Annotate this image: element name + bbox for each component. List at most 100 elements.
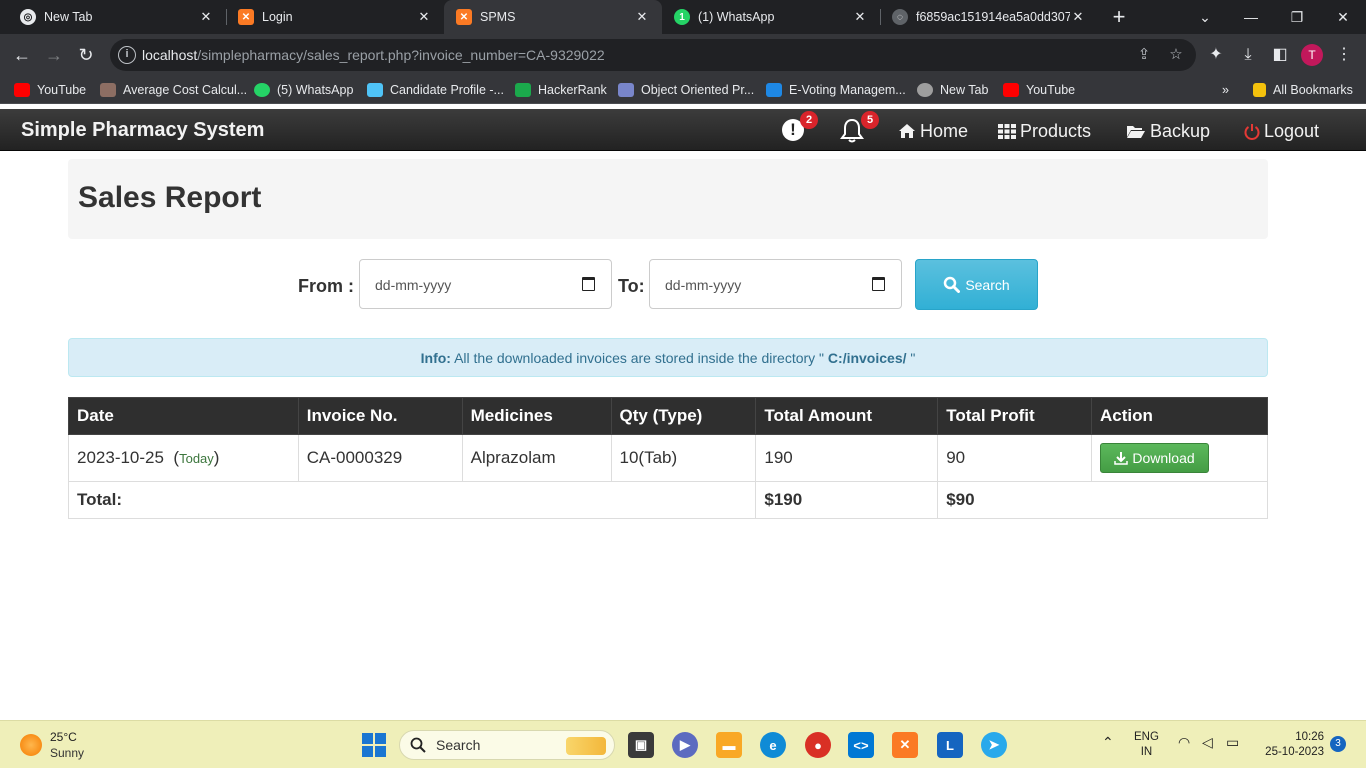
restore-icon[interactable]: ❐ xyxy=(1274,0,1320,34)
new-tab-button[interactable]: + xyxy=(1108,4,1130,30)
from-label: From : xyxy=(298,276,354,296)
page-title: Sales Report xyxy=(78,181,262,214)
close-icon[interactable]: ✕ xyxy=(1070,9,1086,25)
close-icon[interactable]: ✕ xyxy=(852,9,868,25)
bookmarks-overflow-icon[interactable]: » xyxy=(1222,81,1229,99)
profile-avatar[interactable]: T xyxy=(1301,44,1323,66)
hackerrank-icon xyxy=(515,83,531,97)
xampp-icon[interactable]: ✕ xyxy=(892,732,918,758)
bookmark-new-tab[interactable]: New Tab xyxy=(917,81,988,99)
calendar-icon[interactable] xyxy=(582,277,595,291)
battery-icon[interactable]: ▭ xyxy=(1226,735,1239,750)
bookmark-label: YouTube xyxy=(1026,83,1076,97)
bookmark-label: Object Oriented Pr... xyxy=(641,83,755,97)
weather-temperature[interactable]: 25°C xyxy=(50,730,77,744)
tab-login[interactable]: ✕ Login ✕ xyxy=(218,0,444,34)
to-date-placeholder: dd-mm-yyyy xyxy=(665,277,742,293)
whatsapp-icon xyxy=(254,83,270,97)
share-icon[interactable]: ⇪ xyxy=(1134,45,1154,65)
lightshot-icon[interactable]: L xyxy=(937,732,963,758)
extensions-icon[interactable]: ✦ xyxy=(1206,45,1226,65)
bookmark-whatsapp[interactable]: (5) WhatsApp xyxy=(254,81,353,99)
to-date-input[interactable]: dd-mm-yyyy xyxy=(649,259,902,309)
reload-icon[interactable]: ↻ xyxy=(71,40,101,70)
language-indicator[interactable]: ENG IN xyxy=(1134,730,1159,760)
bookmark-label: HackerRank xyxy=(538,83,607,97)
page-header: Sales Report xyxy=(68,159,1268,239)
wifi-icon[interactable]: ◠ xyxy=(1178,735,1190,750)
forward-icon[interactable]: → xyxy=(39,40,69,70)
site-info-icon[interactable]: i xyxy=(118,46,136,64)
brand-title[interactable]: Simple Pharmacy System xyxy=(21,119,264,142)
tab-new-tab[interactable]: ◎ New Tab ✕ xyxy=(0,0,226,34)
nav-logout[interactable]: Logout xyxy=(1244,120,1319,142)
nav-home[interactable]: Home xyxy=(898,120,968,142)
tab-title: SPMS xyxy=(480,10,516,24)
download-icon[interactable]: ⤓ xyxy=(1238,45,1258,65)
notifications-button[interactable]: 5 xyxy=(840,111,879,145)
teams-chat-icon[interactable]: ▶ xyxy=(672,732,698,758)
notification-center-badge[interactable]: 3 xyxy=(1330,736,1346,752)
tab-whatsapp[interactable]: 1 (1) WhatsApp ✕ xyxy=(662,0,880,34)
edge-icon[interactable]: e xyxy=(760,732,786,758)
windows-start-icon[interactable] xyxy=(361,732,387,758)
profit-cell: 90 xyxy=(937,434,1093,482)
medicine-cell: Alprazolam xyxy=(461,434,612,482)
nav-backup[interactable]: Backup xyxy=(1126,120,1210,142)
nav-backup-label: Backup xyxy=(1150,120,1211,141)
date-value: 2023-10-25 xyxy=(77,448,164,467)
sun-icon[interactable] xyxy=(20,734,42,756)
window-close-icon[interactable]: ✕ xyxy=(1320,0,1366,34)
calculator-icon xyxy=(100,83,116,97)
grid-icon xyxy=(998,124,1016,139)
vscode-icon[interactable]: <> xyxy=(848,732,874,758)
bookmark-label: E-Voting Managem... xyxy=(789,83,906,97)
from-date-input[interactable]: dd-mm-yyyy xyxy=(359,259,612,309)
side-panel-icon[interactable]: ◧ xyxy=(1270,45,1290,65)
taskbar-search[interactable]: Search xyxy=(399,730,615,760)
tray-overflow-icon[interactable]: ⌃ xyxy=(1102,735,1114,750)
bookmark-candidate-profile[interactable]: Candidate Profile -... xyxy=(367,81,504,99)
bookmark-label: New Tab xyxy=(940,83,989,97)
volume-icon[interactable]: ◁ xyxy=(1202,735,1213,750)
info-path: C:/invoices/ xyxy=(827,349,907,366)
menu-kebab-icon[interactable]: ⋮ xyxy=(1334,45,1354,65)
bookmark-youtube-2[interactable]: YouTube xyxy=(1003,81,1075,99)
file-explorer-icon[interactable]: ▬ xyxy=(716,732,742,758)
chrome-icon: ◎ xyxy=(20,9,36,25)
chrome-icon[interactable]: ● xyxy=(805,732,831,758)
bookmark-oop[interactable]: Object Oriented Pr... xyxy=(618,81,754,99)
globe-icon xyxy=(917,83,933,97)
tab-search-icon[interactable]: ⌄ xyxy=(1182,0,1228,34)
search-button[interactable]: Search xyxy=(915,259,1038,310)
tab-hash[interactable]: ◌ f6859ac151914ea5a0dd307 ✕ xyxy=(880,0,1098,34)
tab-spms[interactable]: ✕ SPMS ✕ xyxy=(444,0,662,34)
bookmark-evoting[interactable]: E-Voting Managem... xyxy=(766,81,906,99)
close-icon[interactable]: ✕ xyxy=(198,9,214,25)
calendar-icon[interactable] xyxy=(872,277,885,291)
alerts-badge: 2 xyxy=(800,111,818,129)
bookmark-average-cost[interactable]: Average Cost Calcul... xyxy=(100,81,247,99)
windows-logo-icon xyxy=(362,733,386,757)
clock[interactable]: 10:26 25-10-2023 xyxy=(1260,730,1324,760)
weather-description[interactable]: Sunny xyxy=(50,746,84,760)
all-bookmarks[interactable]: All Bookmarks xyxy=(1253,81,1353,99)
bookmark-star-icon[interactable]: ☆ xyxy=(1166,45,1186,65)
bookmarks-bar: YouTube Average Cost Calcul... (5) Whats… xyxy=(0,76,1366,104)
address-bar[interactable]: i localhost/simplepharmacy/sales_report.… xyxy=(110,39,1196,71)
download-button[interactable]: Download xyxy=(1100,443,1210,473)
task-view-icon[interactable]: ▣ xyxy=(628,732,654,758)
minimize-icon[interactable]: — xyxy=(1228,0,1274,34)
back-icon[interactable]: ← xyxy=(7,40,37,70)
bookmark-youtube[interactable]: YouTube xyxy=(14,81,86,99)
telegram-icon[interactable]: ➤ xyxy=(981,732,1007,758)
close-icon[interactable]: ✕ xyxy=(634,9,650,25)
clock-time: 10:26 xyxy=(1295,731,1324,743)
nav-products[interactable]: Products xyxy=(998,120,1091,142)
close-icon[interactable]: ✕ xyxy=(416,9,432,25)
url-text[interactable]: localhost/simplepharmacy/sales_report.ph… xyxy=(142,47,605,63)
app-navbar: Simple Pharmacy System ! 2 5 Home Produc… xyxy=(0,109,1366,151)
total-label: Total: xyxy=(67,481,757,519)
bookmark-hackerrank[interactable]: HackerRank xyxy=(515,81,607,99)
alerts-button[interactable]: ! 2 xyxy=(782,111,818,145)
